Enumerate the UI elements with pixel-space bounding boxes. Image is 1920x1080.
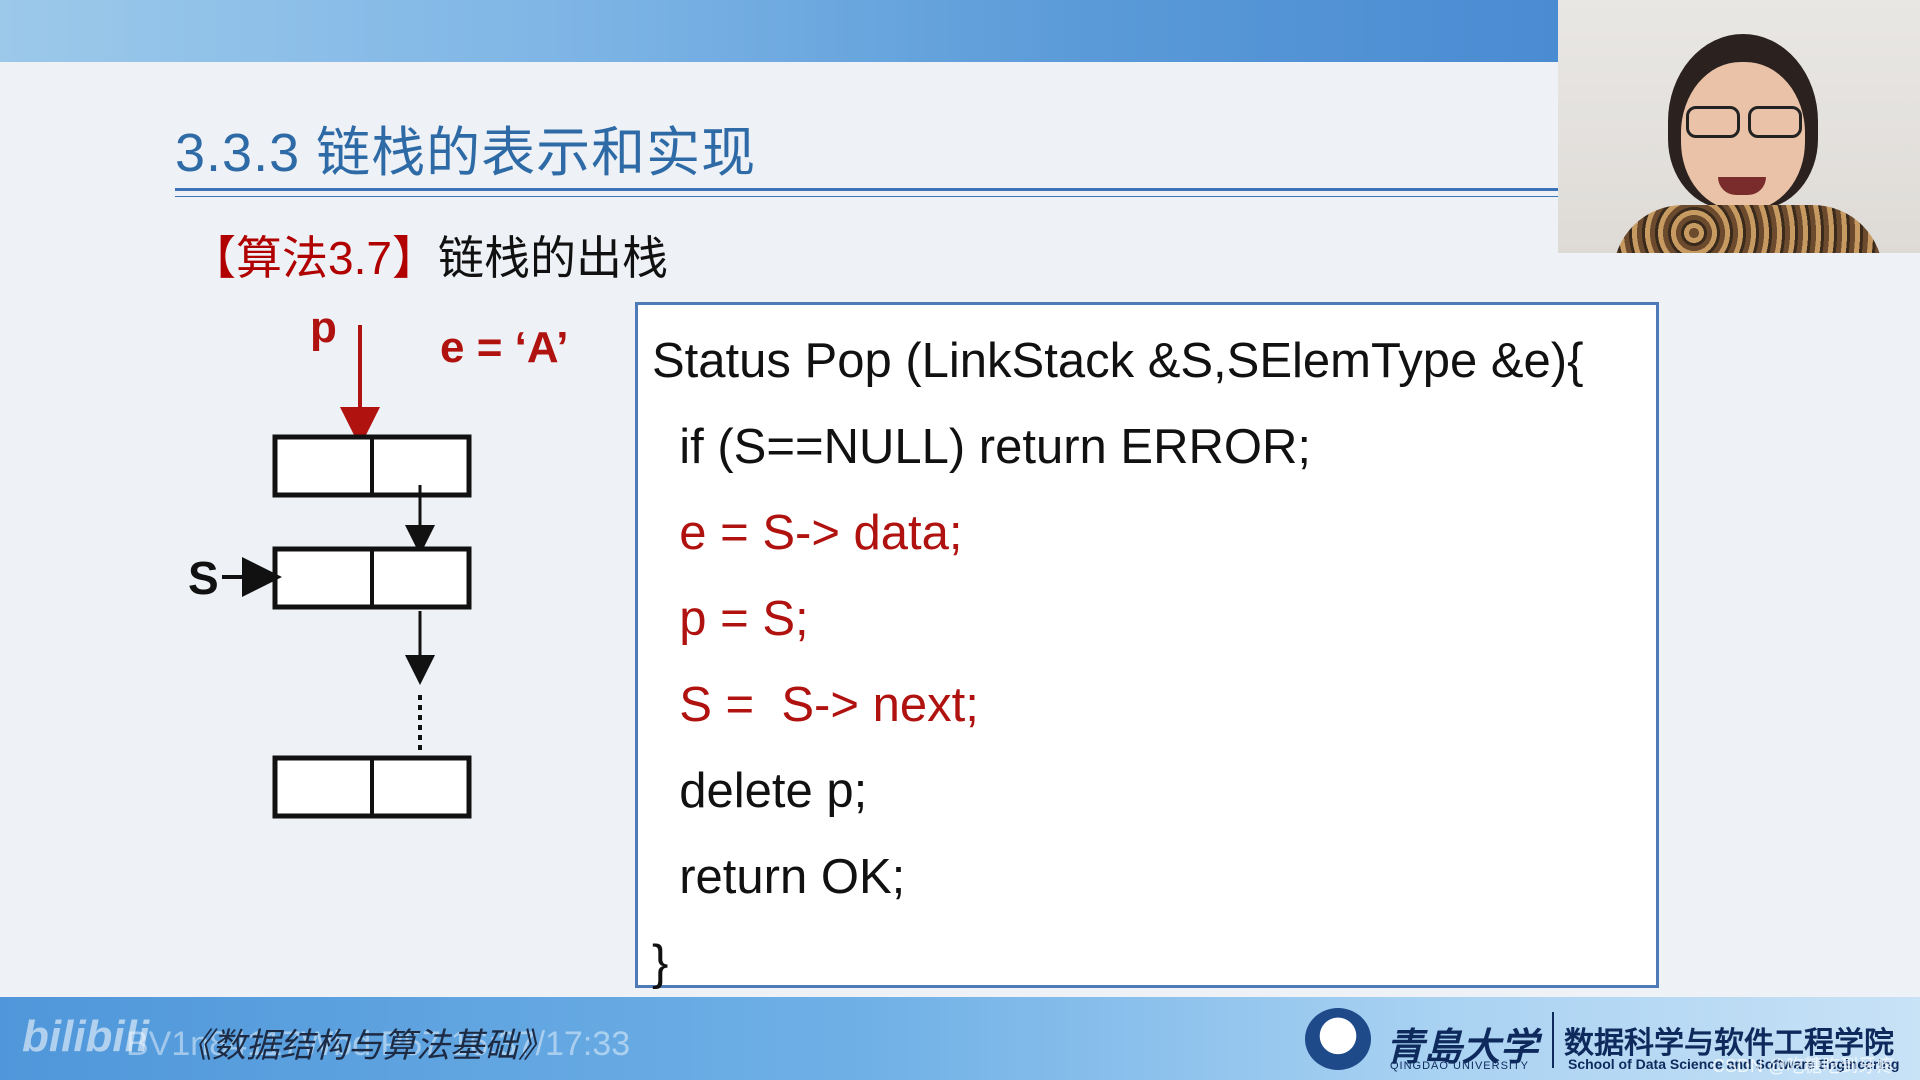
- presenter-glasses: [1686, 106, 1802, 138]
- algorithm-name: 链栈的出栈: [437, 232, 668, 284]
- university-name-en: QINGDAO UNIVERSITY: [1390, 1060, 1530, 1072]
- code-line-2: if (S==NULL) return ERROR;: [652, 420, 1311, 474]
- webcam-overlay: [1558, 0, 1920, 253]
- linked-stack-diagram: p e = ‘A’ S A ^: [180, 303, 610, 825]
- footer-divider: [1552, 1012, 1554, 1068]
- algorithm-tag: 【算法3.7】: [190, 232, 438, 284]
- slide-title: 3.3.3 链栈的表示和实现: [175, 123, 757, 183]
- diagram-graphics: [222, 325, 472, 819]
- code-line-7: return OK;: [652, 850, 906, 904]
- code-line-8: }: [652, 936, 669, 990]
- csdn-watermark: CSDN @吃糖吃到牙疼: [1712, 1056, 1895, 1076]
- code-line-6: delete p;: [652, 764, 868, 818]
- code-line-3: e = S-> data;: [652, 506, 963, 560]
- code-line-5: S = S-> next;: [652, 678, 979, 732]
- university-emblem-icon: [1305, 1008, 1371, 1070]
- code-block: Status Pop (LinkStack &S,SElemType &e){ …: [635, 302, 1659, 990]
- code-line-4: p = S;: [652, 592, 809, 646]
- course-title: 《数据结构与算法基础》: [178, 1026, 552, 1066]
- title-underline: [175, 188, 1558, 191]
- code-line-1: Status Pop (LinkStack &S,SElemType &e){: [652, 334, 1584, 388]
- presenter-body: [1613, 205, 1883, 253]
- top-banner: [0, 0, 1558, 62]
- title-underline-thin: [175, 196, 1558, 197]
- algorithm-heading: 【算法3.7】链栈的出栈: [190, 222, 668, 288]
